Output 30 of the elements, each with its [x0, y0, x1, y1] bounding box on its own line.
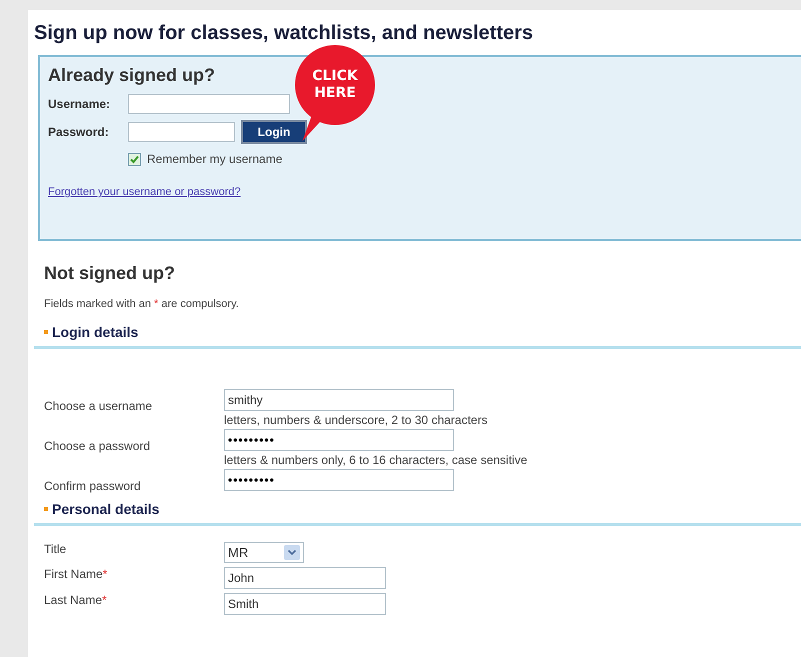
field-label: Confirm password — [44, 478, 142, 493]
bullet-icon — [44, 507, 48, 511]
title-select[interactable]: MR — [224, 542, 304, 563]
username-input[interactable] — [128, 94, 290, 114]
text-input[interactable]: Smith — [224, 593, 386, 615]
password-label: Password: — [48, 125, 110, 139]
password-input[interactable]: ••••••••• — [224, 469, 454, 491]
field-hint: letters, numbers & underscore, 2 to 30 characters — [224, 413, 488, 427]
forgot-link[interactable]: Forgotten your username or password? — [48, 186, 241, 198]
password-input[interactable]: ••••••••• — [224, 429, 454, 451]
field-hint: letters & numbers only, 6 to 16 characters, case sensitive — [224, 453, 528, 467]
field-label: Title — [44, 542, 68, 558]
field-label: Choose a password — [44, 438, 152, 455]
field-label: First Name* — [44, 567, 108, 583]
page-title: Sign up now for classes, watchlists, and newsletters — [34, 22, 534, 45]
remember-checkbox[interactable] — [128, 152, 141, 166]
password-input[interactable] — [128, 122, 235, 142]
text-input[interactable]: John — [224, 567, 386, 589]
login-button[interactable]: Login — [241, 120, 307, 144]
section-title: Login details — [52, 324, 138, 340]
username-label: Username: — [48, 97, 112, 111]
field-label: Choose a username — [44, 398, 154, 415]
login-heading: Already signed up? — [48, 65, 216, 86]
section-title: Personal details — [52, 501, 160, 517]
bullet-icon — [44, 330, 48, 334]
remember-label: Remember my username — [147, 152, 282, 166]
field-label: Last Name* — [44, 593, 108, 609]
compulsory-note: Fields marked with an * are compulsory. — [44, 298, 240, 310]
signup-heading: Not signed up? — [44, 263, 175, 284]
text-input[interactable]: smithy — [224, 389, 454, 411]
